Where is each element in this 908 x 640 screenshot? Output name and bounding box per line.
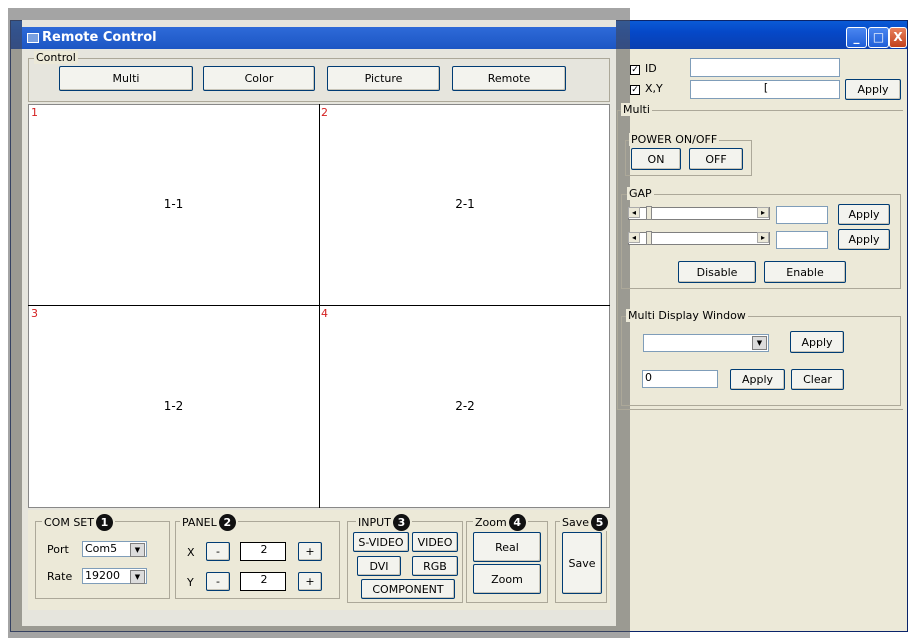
tab-remote[interactable]: Remote — [452, 66, 566, 91]
cell-number-4: 4 — [321, 307, 328, 320]
y-label: Y — [187, 576, 194, 589]
id-label: ID — [645, 62, 657, 75]
scroll-left-icon[interactable]: ◂ — [628, 207, 640, 218]
mdw-apply-button[interactable]: Apply — [790, 331, 844, 353]
chevron-down-icon[interactable]: ▼ — [130, 543, 145, 557]
y-field[interactable]: 2 — [240, 572, 286, 591]
grid-vertical-divider — [319, 104, 320, 508]
com-set-legend: COM SET 1 — [42, 514, 115, 531]
chevron-down-icon[interactable]: ▼ — [130, 570, 145, 584]
cell-number-1: 1 — [31, 106, 38, 119]
cell-number-2: 2 — [321, 106, 328, 119]
gap-v-apply-button[interactable]: Apply — [838, 229, 890, 250]
mdw-field[interactable]: 0 — [642, 370, 718, 388]
chevron-down-icon[interactable]: ▼ — [752, 336, 767, 350]
save-legend: Save 5 — [560, 514, 611, 531]
input-label: INPUT — [358, 516, 391, 529]
scroll-right-icon[interactable]: ▸ — [757, 232, 769, 243]
cell-label-1-2[interactable]: 1-2 — [28, 399, 319, 413]
on-button[interactable]: ON — [631, 148, 681, 170]
x-minus-button[interactable]: - — [206, 542, 230, 561]
save-button[interactable]: Save — [562, 532, 602, 594]
s-video-button[interactable]: S-VIDEO — [353, 532, 409, 552]
grid-horizontal-divider — [28, 305, 610, 306]
panel-label: PANEL — [182, 516, 217, 529]
badge-3: 3 — [392, 514, 410, 531]
window-title-left: Remote Control — [42, 30, 157, 45]
panel-legend: PANEL 2 — [180, 514, 238, 531]
com-set-label: COM SET — [44, 516, 94, 529]
close-icon[interactable]: X — [889, 27, 907, 48]
gap-v-thumb[interactable] — [646, 231, 652, 245]
cell-label-2-1[interactable]: 2-1 — [320, 197, 610, 211]
clear-button[interactable]: Clear — [791, 369, 844, 390]
tab-color[interactable]: Color — [203, 66, 315, 91]
y-minus-button[interactable]: - — [206, 572, 230, 591]
enable-button[interactable]: Enable — [764, 261, 846, 283]
scroll-left-icon[interactable]: ◂ — [628, 232, 640, 243]
tab-multi[interactable]: Multi — [59, 66, 193, 91]
gap-legend: GAP — [627, 187, 654, 200]
rate-label: Rate — [47, 570, 73, 583]
badge-2: 2 — [218, 514, 236, 531]
control-legend: Control — [34, 51, 78, 64]
rate-select[interactable]: 19200 ▼ — [82, 568, 147, 584]
input-legend: INPUT 3 — [356, 514, 412, 531]
off-button[interactable]: OFF — [689, 148, 743, 170]
port-select[interactable]: Com5 ▼ — [82, 541, 147, 557]
mdw-group — [621, 316, 901, 406]
cell-number-3: 3 — [31, 307, 38, 320]
cell-label-1-1[interactable]: 1-1 — [28, 197, 319, 211]
power-legend: POWER ON/OFF — [629, 133, 720, 146]
save-label: Save — [562, 516, 590, 529]
rgb-button[interactable]: RGB — [412, 556, 458, 576]
disable-button[interactable]: Disable — [678, 261, 756, 283]
id-checkbox[interactable]: ✓ — [630, 65, 640, 75]
xy-checkbox[interactable]: ✓ — [630, 85, 640, 95]
window-icon — [27, 33, 39, 43]
y-plus-button[interactable]: + — [298, 572, 322, 591]
rate-value: 19200 — [85, 569, 120, 582]
xy-field[interactable]: [ — [690, 80, 840, 99]
zoom-legend: Zoom 4 — [473, 514, 528, 531]
mdw-select[interactable]: ▼ — [643, 334, 769, 352]
com-set-group — [35, 521, 170, 599]
scroll-right-icon[interactable]: ▸ — [757, 207, 769, 218]
minimize-icon[interactable]: _ — [846, 27, 867, 48]
x-field[interactable]: 2 — [240, 542, 286, 561]
gap-h-apply-button[interactable]: Apply — [838, 204, 890, 225]
gap-h-field[interactable] — [776, 206, 828, 224]
xy-apply-button[interactable]: Apply — [845, 79, 901, 100]
video-button[interactable]: VIDEO — [412, 532, 458, 552]
tab-picture[interactable]: Picture — [327, 66, 440, 91]
real-button[interactable]: Real — [473, 532, 541, 562]
mdw-legend: Multi Display Window — [626, 309, 748, 322]
xy-label: X,Y — [645, 82, 663, 95]
multi-legend: Multi — [621, 103, 652, 116]
mdw-apply2-button[interactable]: Apply — [730, 369, 785, 390]
cell-label-2-2[interactable]: 2-2 — [320, 399, 610, 413]
badge-5: 5 — [591, 514, 609, 531]
maximize-icon[interactable]: □ — [868, 27, 889, 48]
zoom-label: Zoom — [475, 516, 507, 529]
component-button[interactable]: COMPONENT — [361, 579, 455, 599]
gap-v-field[interactable] — [776, 231, 828, 249]
dvi-button[interactable]: DVI — [357, 556, 401, 576]
port-value: Com5 — [85, 542, 118, 555]
id-field[interactable] — [690, 58, 840, 77]
x-label: X — [187, 546, 195, 559]
x-plus-button[interactable]: + — [298, 542, 322, 561]
port-label: Port — [47, 543, 69, 556]
badge-1: 1 — [95, 514, 113, 531]
badge-4: 4 — [508, 514, 526, 531]
zoom-button[interactable]: Zoom — [473, 564, 541, 594]
gap-h-thumb[interactable] — [646, 206, 652, 220]
